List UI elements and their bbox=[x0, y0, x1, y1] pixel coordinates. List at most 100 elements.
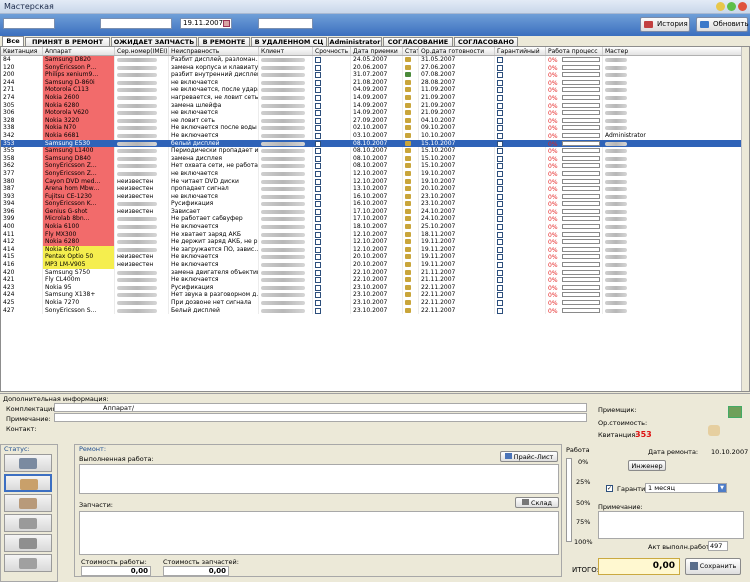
date-input[interactable]: 19.11.2007 bbox=[180, 18, 232, 29]
checkbox-box[interactable] bbox=[497, 87, 503, 94]
checkbox-box[interactable] bbox=[315, 300, 321, 306]
table-row[interactable]: 274 Nokia 2600 нагревается, не ловит сеть…… bbox=[1, 93, 749, 102]
checkbox-box[interactable] bbox=[315, 254, 321, 261]
act-field[interactable]: 497 bbox=[708, 541, 728, 551]
checkbox[interactable] bbox=[495, 268, 546, 277]
checkbox-box[interactable] bbox=[497, 148, 503, 155]
checkbox[interactable] bbox=[495, 200, 546, 208]
checkbox[interactable] bbox=[495, 109, 546, 117]
checkbox-box[interactable] bbox=[315, 224, 321, 231]
checkbox[interactable] bbox=[495, 101, 546, 110]
table-row[interactable]: 411 Fly MX300 Не хватает заряд АКБ 12.10.20… bbox=[1, 230, 749, 239]
checkbox-box[interactable] bbox=[497, 277, 503, 284]
checkbox[interactable] bbox=[495, 276, 546, 284]
checkbox[interactable] bbox=[313, 245, 351, 254]
checkbox[interactable] bbox=[495, 147, 546, 155]
checkbox[interactable] bbox=[313, 215, 351, 224]
table-row[interactable]: 416 MP3 LM-V905 неизвестен Не включается 20.… bbox=[1, 261, 749, 269]
checkbox-box[interactable] bbox=[497, 94, 503, 101]
checkbox[interactable] bbox=[495, 245, 546, 254]
checkbox-box[interactable] bbox=[497, 64, 503, 71]
checkbox-box[interactable] bbox=[497, 186, 503, 193]
table-row[interactable]: 387 Arena hom Mbw… неизвестен пропадает сиг… bbox=[1, 185, 749, 193]
column-header[interactable]: Гарантийный bbox=[495, 47, 546, 55]
checkbox[interactable] bbox=[313, 162, 351, 170]
maximize-button[interactable] bbox=[727, 2, 736, 11]
checkbox-box[interactable] bbox=[497, 163, 503, 170]
print-icon[interactable] bbox=[728, 406, 742, 418]
checkbox[interactable] bbox=[313, 124, 351, 132]
vertical-scrollbar[interactable] bbox=[741, 47, 749, 391]
checkbox-box[interactable] bbox=[315, 117, 321, 124]
checkbox-box[interactable] bbox=[497, 140, 503, 147]
checkbox-box[interactable] bbox=[497, 292, 503, 299]
note-field[interactable] bbox=[54, 413, 587, 422]
checkbox-box[interactable] bbox=[315, 110, 321, 117]
checkbox[interactable] bbox=[313, 177, 351, 186]
checkbox-box[interactable] bbox=[315, 79, 321, 86]
checkbox[interactable] bbox=[495, 207, 546, 216]
checkbox[interactable] bbox=[313, 139, 351, 148]
checkbox-box[interactable] bbox=[497, 307, 503, 314]
warranty-select[interactable]: 1 месяц ▼ bbox=[645, 483, 727, 493]
checkbox[interactable] bbox=[313, 154, 351, 163]
table-row[interactable]: 415 Pentax Optio 50 неизвестен Не включаетс… bbox=[1, 253, 749, 262]
checkbox-box[interactable] bbox=[315, 72, 321, 79]
checkbox-box[interactable] bbox=[315, 216, 321, 223]
checkbox-box[interactable] bbox=[497, 79, 503, 86]
column-header[interactable]: Клиент bbox=[259, 47, 313, 55]
filter-input-1[interactable] bbox=[3, 18, 55, 29]
column-header[interactable]: Дата приемки bbox=[351, 47, 403, 55]
filter-input-2[interactable] bbox=[100, 18, 172, 29]
column-header[interactable]: Сер.номер(IMEI) bbox=[115, 47, 169, 55]
checkbox[interactable] bbox=[495, 261, 546, 269]
table-row[interactable]: 355 Samsung L1400 Периодически пропадает и… bbox=[1, 147, 749, 155]
table-row[interactable]: 380 Сауоп DVD med… неизвестен Не читает DVD… bbox=[1, 177, 749, 186]
checkbox[interactable] bbox=[495, 71, 546, 79]
checkbox[interactable] bbox=[495, 93, 546, 102]
table-row[interactable]: 396 Genius G-shot неизвестен Зависает 17.10.… bbox=[1, 207, 749, 216]
checkbox-box[interactable] bbox=[497, 246, 503, 253]
checkbox[interactable] bbox=[313, 276, 351, 284]
history-button[interactable]: История bbox=[640, 17, 690, 32]
column-header[interactable]: Срочность bbox=[313, 47, 351, 55]
checkbox[interactable] bbox=[313, 283, 351, 292]
table-row[interactable]: 244 Samsung D-860i не включается 21.08.2007… bbox=[1, 78, 749, 87]
checkbox[interactable] bbox=[495, 215, 546, 224]
checkbox-box[interactable] bbox=[497, 216, 503, 223]
checkbox-box[interactable] bbox=[315, 186, 321, 193]
table-row[interactable]: 120 SonyEricsson P… замена корпуса и клави… bbox=[1, 63, 749, 72]
checkbox[interactable] bbox=[495, 162, 546, 170]
checkbox-box[interactable] bbox=[497, 224, 503, 231]
checkbox[interactable] bbox=[313, 192, 351, 201]
checkbox[interactable] bbox=[495, 253, 546, 262]
checkbox[interactable] bbox=[313, 185, 351, 193]
checkbox[interactable] bbox=[495, 139, 546, 148]
column-header[interactable]: Неисправность bbox=[169, 47, 259, 55]
status-icon-users[interactable] bbox=[4, 474, 52, 492]
table-row[interactable]: 421 Fly CL400m Не включается 22.10.2007 21.1… bbox=[1, 276, 749, 284]
checkbox-box[interactable] bbox=[497, 269, 503, 276]
checkbox[interactable] bbox=[495, 185, 546, 193]
checkbox[interactable] bbox=[313, 63, 351, 72]
tab-1[interactable]: ПРИНЯТ В РЕМОНТ bbox=[25, 37, 110, 46]
checkbox[interactable] bbox=[313, 93, 351, 102]
table-row[interactable]: 358 Samsung D840 замена дисплея 08.10.2007 1… bbox=[1, 154, 749, 163]
table-row[interactable]: 427 SonyEricsson S… Белый дисплей 23.10.200… bbox=[1, 306, 749, 315]
checkbox[interactable] bbox=[495, 192, 546, 201]
checkbox[interactable] bbox=[495, 78, 546, 87]
checkbox[interactable] bbox=[495, 86, 546, 94]
save-button[interactable]: Сохранить bbox=[685, 558, 741, 575]
checkbox-box[interactable] bbox=[315, 148, 321, 155]
checkbox-box[interactable] bbox=[497, 110, 503, 117]
status-icon-ready[interactable] bbox=[4, 514, 52, 532]
checkbox[interactable] bbox=[313, 86, 351, 94]
checkbox[interactable] bbox=[313, 147, 351, 155]
checkbox-box[interactable] bbox=[315, 262, 321, 269]
checkbox[interactable] bbox=[495, 291, 546, 299]
column-header[interactable]: Работа процесс bbox=[546, 47, 603, 55]
status-icon-archive[interactable] bbox=[4, 554, 52, 572]
checkbox-box[interactable] bbox=[497, 132, 503, 139]
checkbox-box[interactable] bbox=[315, 94, 321, 101]
checkbox-box[interactable] bbox=[497, 254, 503, 261]
